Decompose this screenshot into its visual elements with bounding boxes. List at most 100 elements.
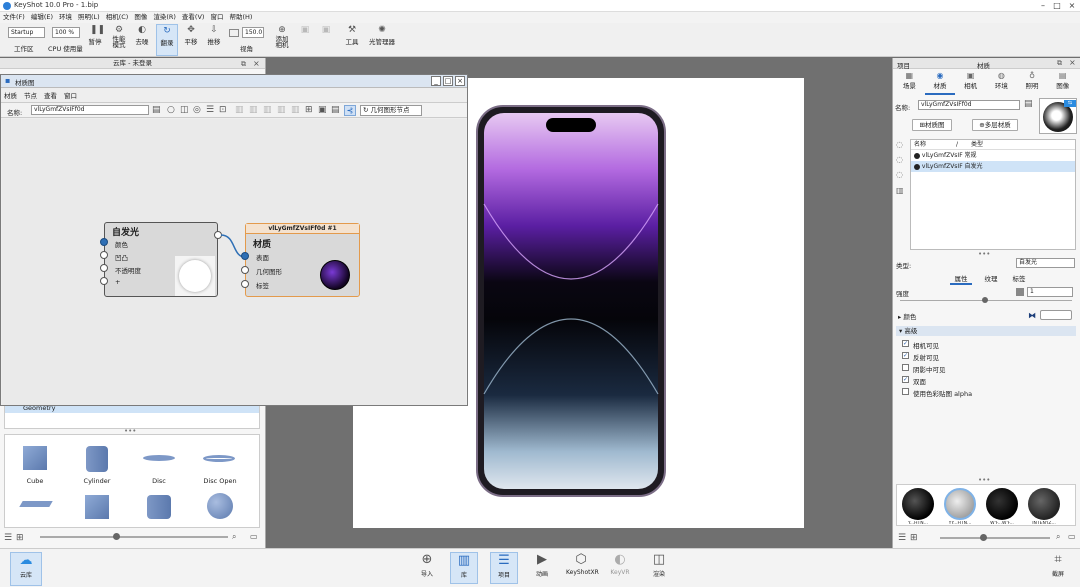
- checkbox-shadow-visible[interactable]: [902, 364, 909, 371]
- material-list-row-selected[interactable]: vlLyGmfZVsIF 自发光: [911, 161, 1075, 172]
- menu-file[interactable]: 文件(F): [0, 12, 28, 23]
- material-graph-button[interactable]: ⊞材质图: [912, 119, 952, 131]
- swatch-1[interactable]: [902, 488, 934, 520]
- tools-button[interactable]: ⚒ 工具: [344, 24, 360, 56]
- target-icon[interactable]: ◎: [193, 105, 201, 115]
- light-manager-button[interactable]: ✺ 光管理器: [368, 24, 396, 56]
- frame-icon[interactable]: ▣: [318, 105, 327, 115]
- graph-minimize-icon[interactable]: _: [431, 76, 441, 86]
- tab-camera[interactable]: ▣ 相机: [955, 71, 986, 95]
- geometry-node-button[interactable]: ↻ 几何图形节点: [360, 105, 422, 116]
- denoise-button[interactable]: ◐ 去噪: [133, 24, 151, 56]
- model-thumb-disc[interactable]: [141, 443, 177, 473]
- library-button[interactable]: ▥ 库: [450, 552, 478, 584]
- subtab-labels[interactable]: 标签: [1008, 273, 1030, 283]
- port-geometry[interactable]: [241, 266, 249, 274]
- port-bump[interactable]: [100, 251, 108, 259]
- model-thumb-cube[interactable]: [19, 443, 51, 473]
- port-label[interactable]: [241, 280, 249, 288]
- tab-environment[interactable]: ◍ 环境: [986, 71, 1017, 95]
- graph-menu-window[interactable]: 窗口: [64, 90, 77, 100]
- port-opacity[interactable]: [100, 264, 108, 272]
- trash-icon[interactable]: ▥: [896, 186, 904, 195]
- graph-canvas[interactable]: [2, 119, 466, 405]
- panel-icon[interactable]: ▤: [331, 105, 340, 115]
- layout-icon[interactable]: ⊞: [305, 105, 313, 115]
- link-material-icon[interactable]: ◌: [896, 170, 903, 179]
- project-float-icon[interactable]: ⧉: [1057, 59, 1062, 68]
- menu-render[interactable]: 渲染(R): [150, 12, 179, 23]
- menu-image[interactable]: 图像: [131, 12, 150, 23]
- tab-material[interactable]: ◉ 材质: [924, 71, 956, 95]
- sphere-preview-icon[interactable]: ○: [167, 105, 175, 115]
- search-icon[interactable]: ⌕: [232, 532, 236, 542]
- screenshot-button[interactable]: ⌗ 截屏: [1044, 552, 1072, 578]
- graph-close-icon[interactable]: ×: [455, 76, 465, 86]
- model-thumb-disc-open[interactable]: [201, 443, 237, 473]
- swatch-slider-handle[interactable]: [980, 534, 987, 541]
- color-row[interactable]: ▸ 颜色: [898, 311, 916, 321]
- thumb-size-slider[interactable]: [40, 536, 228, 538]
- list-view-icon[interactable]: ☰: [4, 533, 12, 543]
- swatch-search-icon[interactable]: ⌕: [1056, 532, 1060, 542]
- splitter-dots[interactable]: •••: [978, 476, 990, 484]
- checkbox-color-alpha[interactable]: [902, 388, 909, 395]
- close-panel-icon[interactable]: ×: [253, 59, 260, 68]
- duplicate-material-icon[interactable]: ◌: [896, 155, 903, 164]
- folder-icon[interactable]: ▭: [250, 532, 258, 541]
- menu-help[interactable]: 帮助(H): [226, 12, 255, 23]
- color-picker-icon[interactable]: ⧓: [1028, 311, 1036, 320]
- swatch-2[interactable]: [944, 488, 976, 520]
- graph-maximize-icon[interactable]: □: [443, 76, 453, 86]
- dolly-button[interactable]: ⇩ 推移: [205, 24, 223, 56]
- tab-scene[interactable]: ▦ 场景: [894, 71, 925, 95]
- performance-mode-button[interactable]: ⚙ 性能 模式: [109, 24, 129, 56]
- group-icon[interactable]: ▥: [277, 105, 286, 115]
- checkbox-camera-visible[interactable]: ✓: [902, 340, 909, 347]
- material-list-row[interactable]: vlLyGmfZVsIF 常规: [911, 150, 1075, 161]
- node-material[interactable]: vlLyGmfZVsIFf0d #1 材质 表面 几何图形 标签: [245, 223, 360, 297]
- fit-icon[interactable]: ◫: [180, 105, 189, 115]
- graph-menu-view[interactable]: 查看: [44, 90, 57, 100]
- menu-environment[interactable]: 环境: [56, 12, 75, 23]
- keyshotxr-button[interactable]: ⬡ KeyShotXR: [566, 552, 599, 576]
- tumble-button[interactable]: ↻ 翻录: [156, 24, 178, 56]
- menu-edit[interactable]: 编辑(E): [28, 12, 56, 23]
- swatch-grid-icon[interactable]: ⊞: [910, 533, 918, 543]
- swatch-4[interactable]: [1028, 488, 1060, 520]
- connect-icon[interactable]: ⊰: [344, 105, 356, 116]
- color-swatch[interactable]: [1040, 310, 1072, 320]
- float-panel-icon[interactable]: ⧉: [241, 60, 246, 69]
- port-add[interactable]: [100, 277, 108, 285]
- keyvr-button[interactable]: ◐ KeyVR: [606, 552, 634, 576]
- project-close-icon[interactable]: ×: [1069, 58, 1076, 67]
- add-material-icon[interactable]: ◌: [896, 140, 903, 149]
- menu-camera[interactable]: 相机(C): [103, 12, 132, 23]
- swatch-3[interactable]: [986, 488, 1018, 520]
- graph-name-input[interactable]: vlLyGmfZVsIFf0d: [31, 105, 149, 115]
- port-surface[interactable]: [241, 252, 249, 260]
- pan-button[interactable]: ✥ 平移: [182, 24, 200, 56]
- swatch-size-slider[interactable]: [940, 537, 1050, 539]
- graph-menu-node[interactable]: 节点: [24, 90, 37, 100]
- align-icon[interactable]: ☰: [206, 105, 214, 115]
- model-thumb-sphere[interactable]: [207, 493, 233, 519]
- add-camera-button[interactable]: ⊕ 添加 相机: [272, 24, 292, 56]
- splitter-dots[interactable]: •••: [978, 250, 990, 258]
- pause-button[interactable]: ❚❚ 暂停: [87, 24, 106, 56]
- graph-menu-material[interactable]: 材质: [4, 90, 17, 100]
- delete-icon[interactable]: ▥: [263, 105, 272, 115]
- cloud-library-button[interactable]: ☁ 云库: [10, 552, 42, 586]
- lock-icon[interactable]: ⊡: [219, 105, 227, 115]
- swatch-folder-icon[interactable]: ▭: [1068, 532, 1076, 541]
- type-select[interactable]: 自发光: [1016, 258, 1075, 268]
- import-button[interactable]: ⊕ 导入: [413, 552, 441, 578]
- maximize-icon[interactable]: □: [1050, 0, 1064, 12]
- close-icon[interactable]: ×: [1065, 0, 1079, 12]
- camera-tool-2[interactable]: ▣: [318, 24, 334, 56]
- minimize-icon[interactable]: –: [1036, 0, 1050, 12]
- save-icon[interactable]: ▤: [152, 105, 161, 115]
- render-button[interactable]: ◫ 渲染: [645, 552, 673, 578]
- paste-icon[interactable]: ▥: [249, 105, 258, 115]
- model-thumb-cylinder[interactable]: [81, 443, 113, 473]
